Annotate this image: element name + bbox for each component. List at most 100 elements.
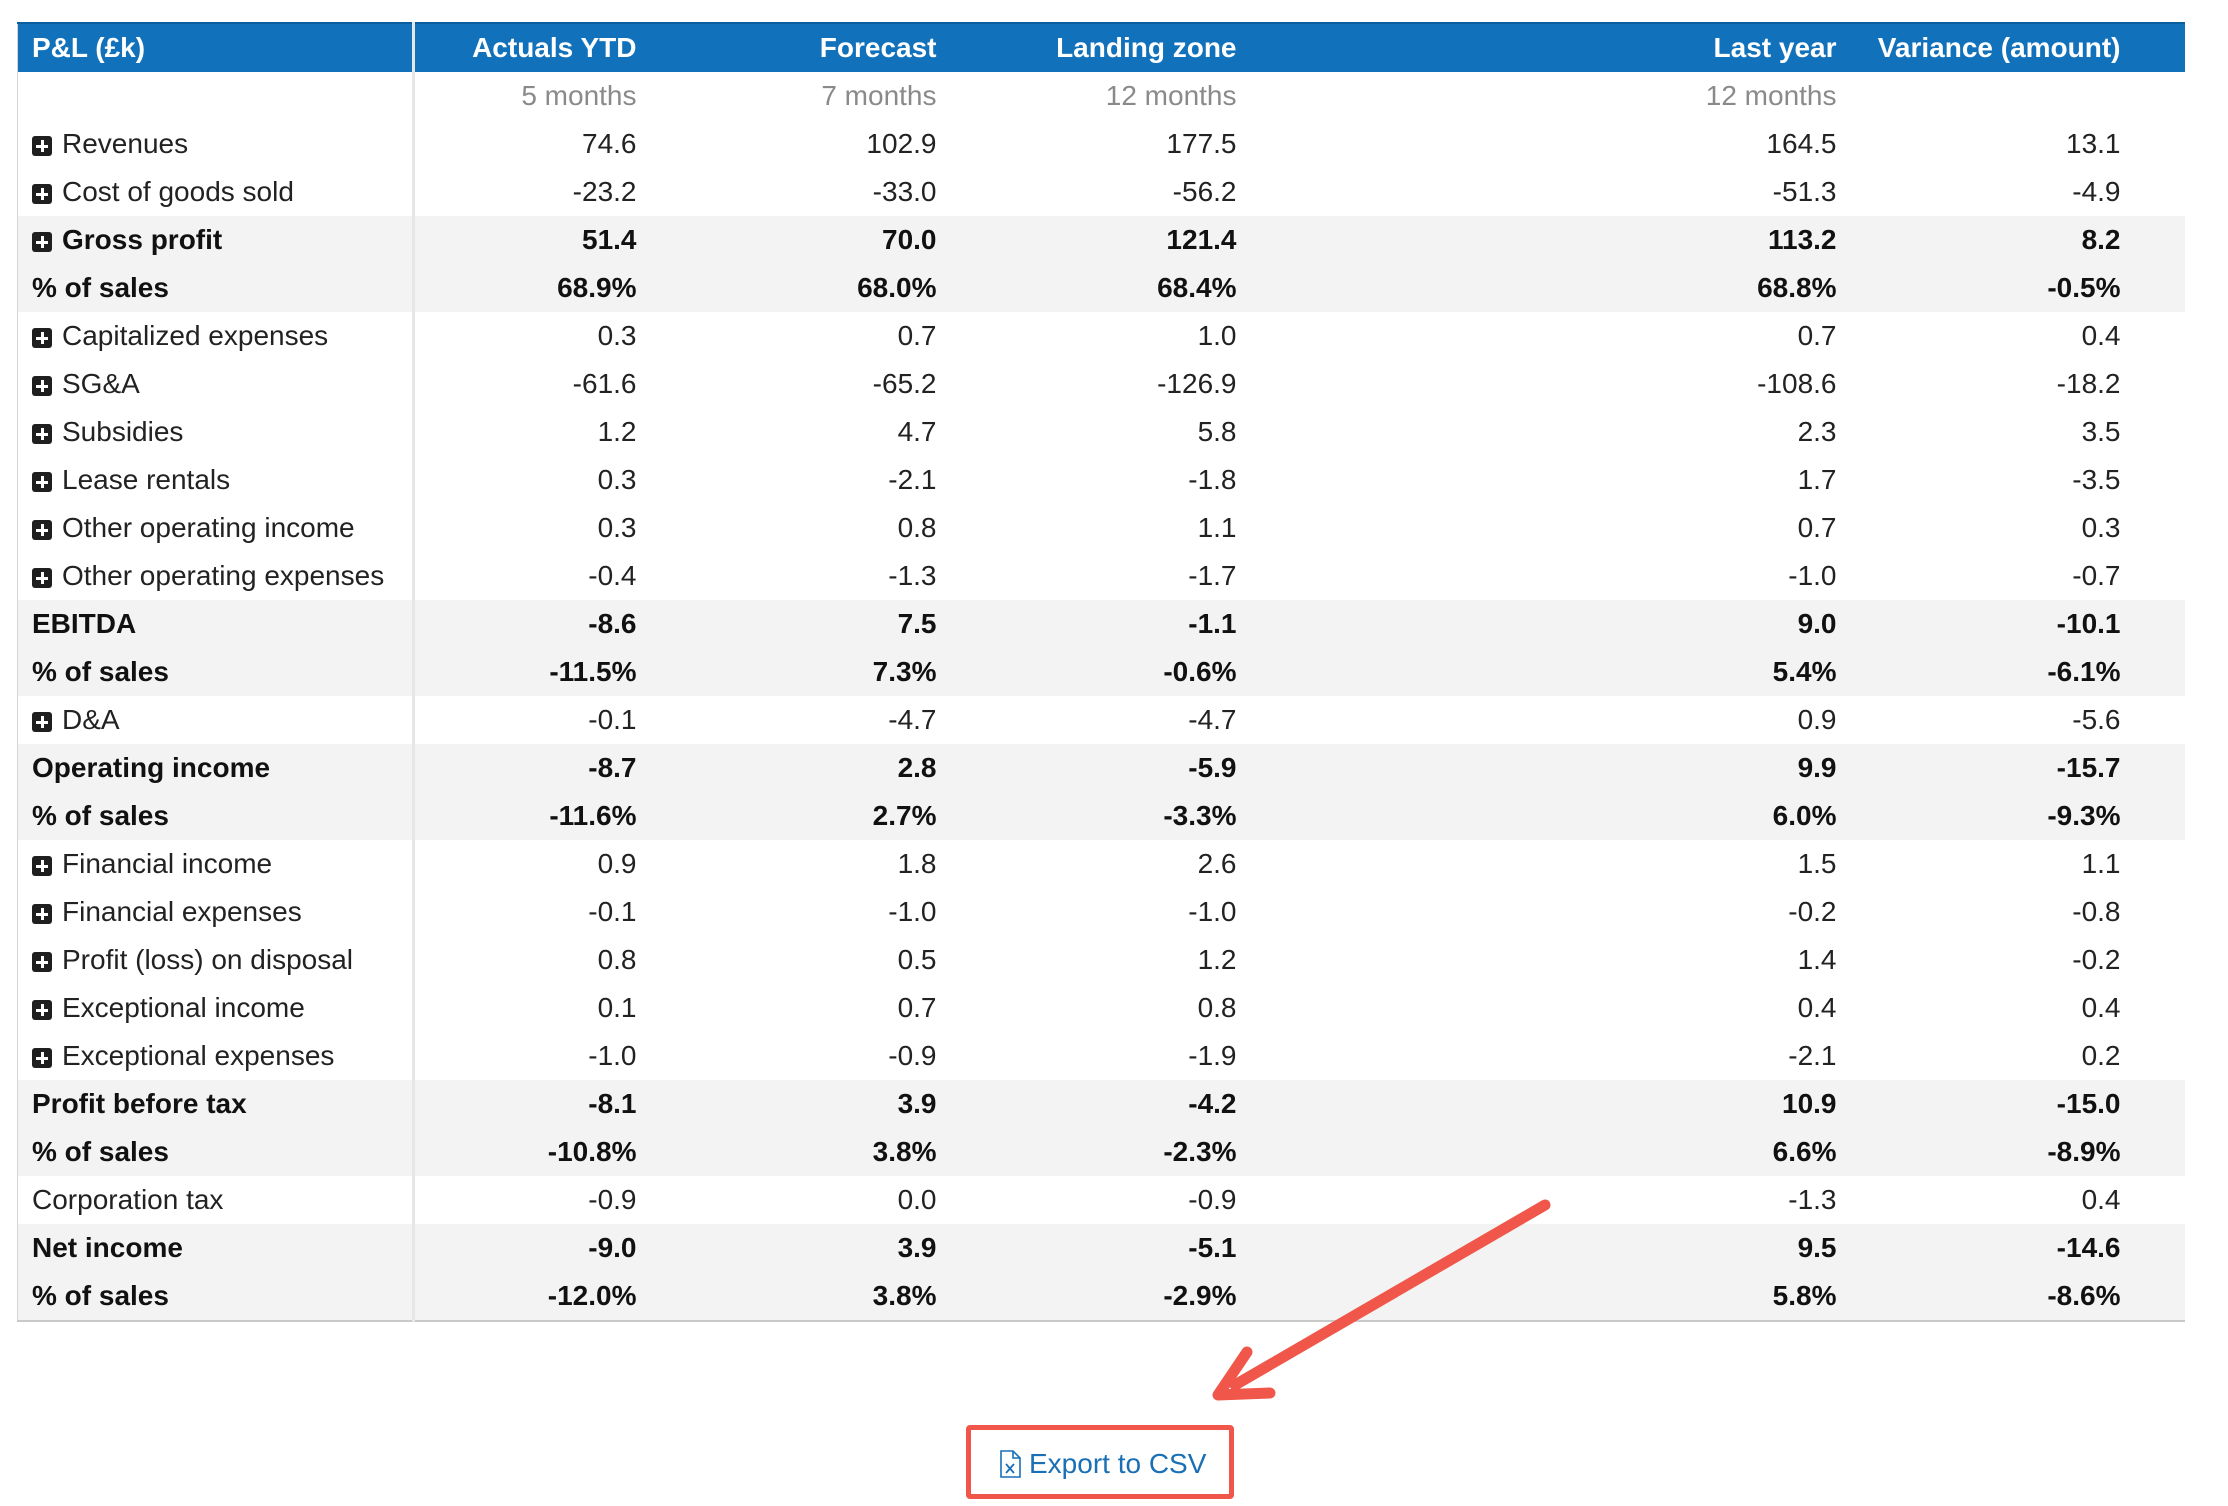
table-row: % of sales -11.5% 7.3% -0.6% 5.4% -6.1% xyxy=(17,648,2185,696)
cell-landing: 1.2 xyxy=(1197,944,1237,975)
cell-landing: -3.3% xyxy=(950,792,1251,840)
cell-landing: -2.3% xyxy=(950,1128,1251,1176)
table-row: Profit before tax -8.1 3.9 -4.2 10.9 -15… xyxy=(17,1080,2185,1128)
plus-square-icon[interactable] xyxy=(32,232,52,252)
row-label: % of sales xyxy=(17,648,415,696)
cell-spacer xyxy=(1251,552,1551,600)
cell-landing: -56.2 xyxy=(1172,176,1237,207)
cell-actuals: 74.6 xyxy=(582,128,637,159)
cell-actuals: -23.2 xyxy=(572,176,637,207)
plus-square-icon[interactable] xyxy=(32,520,52,540)
plus-square-icon[interactable] xyxy=(32,952,52,972)
cell-spacer xyxy=(1251,1176,1551,1224)
row-label-cell: Revenues xyxy=(17,120,415,168)
plus-square-icon[interactable] xyxy=(32,376,52,396)
cell-spacer xyxy=(1251,360,1551,408)
plus-square-icon[interactable] xyxy=(32,472,52,492)
plus-square-icon[interactable] xyxy=(32,712,52,732)
table-row: Exceptional expenses -1.0 -0.9 -1.9 -2.1… xyxy=(17,1032,2185,1080)
cell-variance: -8.6% xyxy=(1850,1272,2185,1321)
plus-square-icon[interactable] xyxy=(32,424,52,444)
cell-forecast: -1.3 xyxy=(888,560,937,591)
cell-forecast: 3.8% xyxy=(650,1128,951,1176)
row-label: Other operating income xyxy=(62,512,355,543)
subheader-row: 5 months 7 months 12 months 12 months xyxy=(17,72,2185,120)
cell-variance: 3.5 xyxy=(2081,416,2121,447)
export-to-csv-link[interactable]: Export to CSV xyxy=(999,1448,1206,1480)
plus-square-icon[interactable] xyxy=(32,328,52,348)
plus-square-icon[interactable] xyxy=(32,1000,52,1020)
row-label-cell: Cost of goods sold xyxy=(17,168,415,216)
row-label-cell: Exceptional income xyxy=(17,984,415,1032)
row-label-cell: Capitalized expenses xyxy=(17,312,415,360)
cell-last-year: 0.4 xyxy=(1797,992,1837,1023)
cell-forecast: -2.1 xyxy=(888,464,937,495)
subheader-actuals: 5 months xyxy=(521,80,637,111)
table-row: SG&A -61.6 -65.2 -126.9 -108.6 -18.2 xyxy=(17,360,2185,408)
plus-square-icon[interactable] xyxy=(32,568,52,588)
cell-forecast: 2.7% xyxy=(650,792,951,840)
cell-forecast: 0.0 xyxy=(897,1184,937,1215)
cell-forecast: -65.2 xyxy=(872,368,937,399)
row-label-cell: SG&A xyxy=(17,360,415,408)
table-row: Other operating expenses -0.4 -1.3 -1.7 … xyxy=(17,552,2185,600)
plus-square-icon[interactable] xyxy=(32,136,52,156)
cell-landing: -1.8 xyxy=(1188,464,1237,495)
cell-last-year: 9.5 xyxy=(1550,1224,1851,1272)
cell-landing: 121.4 xyxy=(950,216,1251,264)
cell-landing: -4.7 xyxy=(1188,704,1237,735)
row-label: Subsidies xyxy=(62,416,184,447)
cell-landing: 0.8 xyxy=(1197,992,1237,1023)
cell-spacer xyxy=(1251,840,1551,888)
cell-variance: -9.3% xyxy=(1850,792,2185,840)
cell-last-year: 113.2 xyxy=(1550,216,1851,264)
cell-landing: 68.4% xyxy=(950,264,1251,312)
cell-forecast: 7.5 xyxy=(650,600,951,648)
cell-variance: -18.2 xyxy=(2056,368,2121,399)
cell-last-year: 6.6% xyxy=(1550,1128,1851,1176)
cell-actuals: 0.1 xyxy=(597,992,637,1023)
plus-square-icon[interactable] xyxy=(32,1048,52,1068)
row-label: Revenues xyxy=(62,128,189,159)
export-highlight-box: Export to CSV xyxy=(966,1425,1234,1499)
table-row: % of sales 68.9% 68.0% 68.4% 68.8% -0.5% xyxy=(17,264,2185,312)
row-label: % of sales xyxy=(17,1272,415,1321)
row-label: Profit before tax xyxy=(17,1080,415,1128)
plus-square-icon[interactable] xyxy=(32,856,52,876)
cell-variance: -3.5 xyxy=(2072,464,2121,495)
cell-last-year: 0.9 xyxy=(1797,704,1837,735)
header-variance: Variance (amount) xyxy=(1850,22,2185,72)
cell-variance: -5.6 xyxy=(2072,704,2121,735)
cell-spacer xyxy=(1251,504,1551,552)
plus-square-icon[interactable] xyxy=(32,184,52,204)
cell-actuals: -11.5% xyxy=(413,648,651,696)
row-label-cell: Other operating expenses xyxy=(17,552,415,600)
cell-last-year: -1.3 xyxy=(1788,1184,1837,1215)
cell-variance: -4.9 xyxy=(2072,176,2121,207)
row-label: EBITDA xyxy=(17,600,415,648)
cell-spacer xyxy=(1251,312,1551,360)
cell-last-year: 1.4 xyxy=(1797,944,1837,975)
subheader-landing: 12 months xyxy=(1105,80,1237,111)
row-label: D&A xyxy=(62,704,120,735)
cell-actuals: 0.3 xyxy=(597,464,637,495)
table-row: D&A -0.1 -4.7 -4.7 0.9 -5.6 xyxy=(17,696,2185,744)
row-label: Financial expenses xyxy=(62,896,302,927)
table-row: Gross profit 51.4 70.0 121.4 113.2 8.2 xyxy=(17,216,2185,264)
cell-actuals: 0.3 xyxy=(597,320,637,351)
cell-spacer xyxy=(1250,600,1551,648)
plus-square-icon[interactable] xyxy=(32,904,52,924)
row-label: Net income xyxy=(17,1224,415,1272)
cell-landing: -2.9% xyxy=(950,1272,1251,1321)
cell-last-year: 9.9 xyxy=(1550,744,1851,792)
cell-variance: -6.1% xyxy=(1850,648,2185,696)
row-label-cell: D&A xyxy=(17,696,415,744)
subheader-variance xyxy=(1851,72,2185,120)
cell-variance: -15.7 xyxy=(1850,744,2185,792)
row-label-cell: Lease rentals xyxy=(17,456,415,504)
table-row: Cost of goods sold -23.2 -33.0 -56.2 -51… xyxy=(17,168,2185,216)
csv-file-icon xyxy=(1000,1450,1021,1478)
subheader-last-year: 12 months xyxy=(1705,80,1837,111)
cell-forecast: 1.8 xyxy=(897,848,937,879)
cell-actuals: 68.9% xyxy=(413,264,651,312)
